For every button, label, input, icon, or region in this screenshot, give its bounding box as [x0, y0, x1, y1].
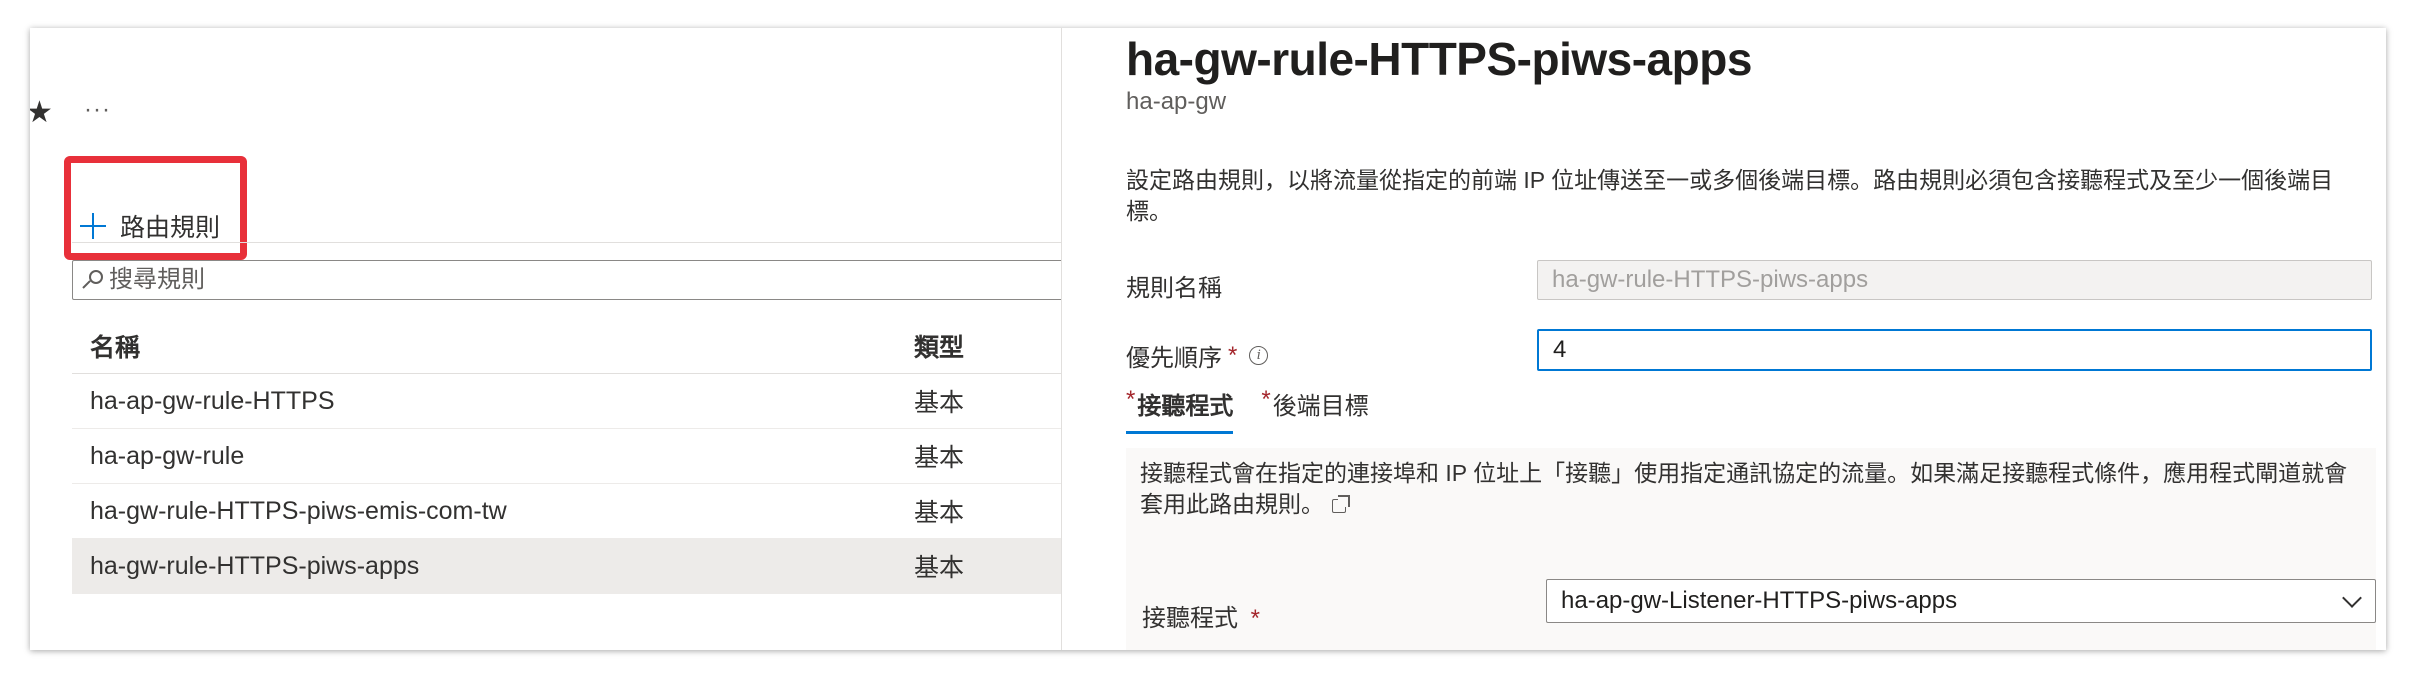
listener-tab-panel: 接聽程式會在指定的連接埠和 IP 位址上「接聽」使用指定通訊協定的流量。如果滿足…	[1126, 448, 2376, 650]
panel-description: 設定路由規則，以將流量從指定的前端 IP 位址傳送至一或多個後端目標。路由規則必…	[1126, 167, 2334, 224]
rule-name-field: ha-gw-rule-HTTPS-piws-apps	[1537, 260, 2372, 300]
table-header: 名稱 類型	[72, 318, 1072, 374]
favorite-star-icon[interactable]: ★	[30, 98, 53, 128]
rule-name-cell[interactable]: ha-ap-gw-rule	[72, 442, 914, 471]
add-routing-rule-label: 路由規則	[120, 214, 221, 242]
listener-label: 接聽程式 *	[1142, 598, 1260, 633]
toolbar-divider	[72, 242, 1072, 243]
more-options-button[interactable]: ···	[84, 96, 111, 124]
panel-subtitle: ha-ap-gw	[1126, 88, 1227, 115]
listener-label-text: 接聽程式	[1142, 605, 1238, 632]
rules-table: 名稱 類型 ha-ap-gw-rule-HTTPS 基本 ha-ap-gw-ru…	[72, 318, 1072, 594]
column-header-name[interactable]: 名稱	[72, 328, 914, 364]
priority-label-text: 優先順序	[1126, 345, 1222, 372]
info-icon[interactable]: i	[1249, 346, 1269, 365]
column-header-type[interactable]: 類型	[914, 328, 1072, 364]
priority-label: 優先順序 * i	[1126, 338, 1269, 373]
tab-listener-label: 接聽程式	[1137, 393, 1234, 420]
table-row-selected[interactable]: ha-gw-rule-HTTPS-piws-apps 基本	[72, 539, 1072, 594]
required-marker: *	[1250, 605, 1261, 632]
listener-selected-value: ha-ap-gw-Listener-HTTPS-piws-apps	[1561, 587, 1958, 614]
plus-icon	[80, 213, 106, 239]
tab-listener[interactable]: * 接聽程式	[1126, 386, 1234, 434]
add-routing-rule-button[interactable]: 路由規則	[80, 208, 220, 244]
rule-name-label-text: 規則名稱	[1126, 275, 1222, 302]
table-row[interactable]: ha-gw-rule-HTTPS-piws-emis-com-tw 基本	[72, 484, 1072, 539]
listener-description-text: 接聽程式會在指定的連接埠和 IP 位址上「接聽」使用指定通訊協定的流量。如果滿足…	[1140, 460, 2348, 517]
rule-name-cell[interactable]: ha-gw-rule-HTTPS-piws-apps	[72, 552, 914, 581]
rule-name-cell[interactable]: ha-gw-rule-HTTPS-piws-emis-com-tw	[72, 497, 914, 526]
tab-backend-targets-label: 後端目標	[1272, 393, 1369, 420]
rule-type-cell: 基本	[914, 499, 965, 527]
rule-name-label: 規則名稱	[1126, 268, 1222, 303]
rule-name-cell[interactable]: ha-ap-gw-rule-HTTPS	[72, 387, 914, 416]
required-marker: *	[1261, 386, 1271, 413]
tab-backend-targets[interactable]: * 後端目標	[1261, 386, 1368, 433]
external-link-icon[interactable]	[1332, 495, 1350, 513]
table-row[interactable]: ha-ap-gw-rule-HTTPS 基本	[72, 374, 1072, 429]
app-window: ★ ··· 路由規則 名稱 類型 ha-ap-gw-rule-HTTPS 基本	[30, 28, 2386, 650]
rule-type-cell: 基本	[914, 389, 965, 417]
table-row[interactable]: ha-ap-gw-rule 基本	[72, 429, 1072, 484]
priority-field[interactable]	[1537, 329, 2372, 371]
rule-tabs: * 接聽程式 * 後端目標	[1126, 386, 1397, 434]
rule-type-cell: 基本	[914, 554, 965, 582]
required-marker: *	[1228, 341, 1238, 369]
required-marker: *	[1126, 386, 1136, 413]
search-input[interactable]	[109, 266, 1009, 294]
rule-detail-panel: ha-gw-rule-HTTPS-piws-apps ha-ap-gw 設定路由…	[1061, 28, 2386, 650]
listener-dropdown[interactable]: ha-ap-gw-Listener-HTTPS-piws-apps	[1546, 579, 2376, 623]
chevron-down-icon	[2342, 588, 2362, 608]
rules-list-pane: ★ ··· 路由規則 名稱 類型 ha-ap-gw-rule-HTTPS 基本	[30, 28, 1072, 650]
rule-type-cell: 基本	[914, 444, 965, 472]
search-icon	[82, 268, 105, 292]
panel-title: ha-gw-rule-HTTPS-piws-apps	[1126, 33, 1752, 85]
listener-description: 接聽程式會在指定的連接埠和 IP 位址上「接聽」使用指定通訊協定的流量。如果滿足…	[1140, 458, 2365, 520]
search-box[interactable]	[72, 260, 1072, 300]
